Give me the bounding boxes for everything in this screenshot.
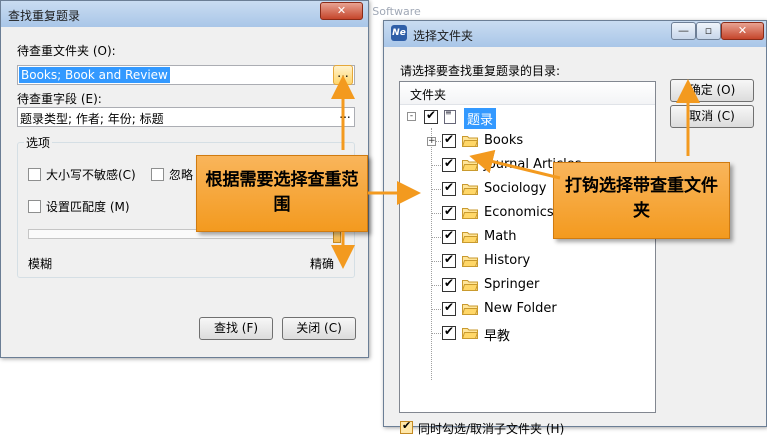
cancel-button[interactable]: 取消 (C) bbox=[670, 105, 754, 128]
tree-connector bbox=[432, 165, 441, 166]
right-close-icon[interactable]: ✕ bbox=[721, 22, 764, 40]
tree-folder-checkbox[interactable] bbox=[442, 132, 456, 148]
tree-connector bbox=[432, 333, 441, 334]
folder-prompt: 请选择要查找重复题录的目录: bbox=[400, 64, 561, 78]
tree-folder-row[interactable]: 早教 bbox=[442, 323, 642, 345]
folder-icon bbox=[461, 159, 479, 171]
tree-folder-label: History bbox=[484, 253, 531, 268]
tree-root-collapse-icon[interactable]: - bbox=[407, 112, 416, 121]
tree-root-label: 题录 bbox=[464, 108, 497, 129]
slider-max-label: 精确 bbox=[310, 257, 335, 271]
folder-icon bbox=[461, 207, 479, 219]
tree-connector bbox=[432, 309, 441, 310]
subfolder-checkbox[interactable]: ✔ bbox=[400, 419, 413, 434]
tree-folder-checkbox[interactable] bbox=[442, 300, 456, 316]
ignore-checkbox[interactable] bbox=[151, 168, 164, 181]
folder-browse-button[interactable]: ... bbox=[333, 65, 353, 85]
close-button[interactable]: 关闭 (C) bbox=[282, 317, 356, 340]
tree-folder-checkbox[interactable] bbox=[442, 204, 456, 220]
fields-value: 题录类型; 作者; 年份; 标题 bbox=[20, 112, 164, 126]
folder-icon bbox=[461, 255, 479, 267]
tree-folder-label: Springer bbox=[484, 277, 540, 292]
tree-connector bbox=[432, 189, 441, 190]
list-icon: ≡ bbox=[444, 109, 456, 124]
tree-header-label: 文件夹 bbox=[410, 88, 447, 102]
tree-root-row[interactable]: ≡ 题录 bbox=[424, 107, 644, 129]
tree-connector bbox=[432, 213, 441, 214]
right-titlebar: Ne 选择文件夹 — ▫ ✕ bbox=[384, 21, 766, 47]
left-window-title: 查找重复题录 bbox=[8, 9, 81, 23]
tree-column-header[interactable]: 文件夹 bbox=[400, 82, 655, 105]
tree-folder-label: Sociology bbox=[484, 181, 547, 196]
subfolder-checkbox-label: 同时勾选/取消子文件夹 (H) bbox=[418, 422, 565, 436]
fields-browse-button[interactable]: ... bbox=[337, 107, 353, 125]
tree-folder-row[interactable]: Books bbox=[442, 131, 642, 153]
folder-icon bbox=[461, 183, 479, 195]
match-setting-label: 设置匹配度 (M) bbox=[46, 200, 130, 214]
tree-folder-label: Math bbox=[484, 229, 517, 244]
fields-label: 待查重字段 (E): bbox=[17, 92, 102, 106]
tree-folder-label: Books bbox=[484, 133, 524, 148]
tree-folder-label: Economics bbox=[484, 205, 554, 220]
case-insensitive-label: 大小写不敏感(C) bbox=[46, 168, 136, 182]
tree-folder-label: 早教 bbox=[484, 329, 511, 344]
minimize-icon[interactable]: — bbox=[671, 22, 696, 40]
tree-connector bbox=[432, 285, 441, 286]
options-group-label: 选项 bbox=[24, 134, 53, 151]
app-icon: Ne bbox=[391, 25, 407, 41]
folder-icon bbox=[461, 231, 479, 243]
folder-tree[interactable]: 文件夹 - ≡ 题录 Books+Journal ArticlesSociolo… bbox=[399, 81, 656, 413]
left-callout-text: 根据需要选择查重范围 bbox=[205, 170, 359, 215]
folder-icon bbox=[461, 327, 479, 339]
folder-icon bbox=[461, 279, 479, 291]
tree-expand-icon[interactable]: + bbox=[427, 137, 436, 146]
tree-connector bbox=[432, 237, 441, 238]
folder-value: Books; Book and Review bbox=[19, 67, 170, 83]
tree-folder-row[interactable]: New Folder bbox=[442, 299, 642, 321]
right-callout-text: 打钩选择带查重文件夹 bbox=[565, 176, 718, 221]
maximize-icon[interactable]: ▫ bbox=[696, 22, 721, 40]
left-titlebar: 查找重复题录 ✕ bbox=[1, 1, 368, 27]
tree-folder-checkbox[interactable] bbox=[442, 324, 456, 340]
tree-folder-checkbox[interactable] bbox=[442, 252, 456, 268]
tree-folder-checkbox[interactable] bbox=[442, 228, 456, 244]
fields-field[interactable]: 题录类型; 作者; 年份; 标题 bbox=[17, 107, 355, 127]
ok-button[interactable]: 确定 (O) bbox=[670, 79, 754, 102]
match-setting-checkbox[interactable] bbox=[28, 200, 41, 213]
slider-min-label: 模糊 bbox=[28, 257, 53, 271]
right-window-title: 选择文件夹 bbox=[413, 29, 474, 43]
tree-folder-row[interactable]: History bbox=[442, 251, 642, 273]
case-insensitive-checkbox[interactable] bbox=[28, 168, 41, 181]
right-callout: 打钩选择带查重文件夹 bbox=[553, 162, 730, 239]
folder-icon bbox=[461, 303, 479, 315]
tree-connector bbox=[432, 261, 441, 262]
left-callout: 根据需要选择查重范围 bbox=[196, 155, 368, 232]
tree-root-checkbox[interactable] bbox=[424, 108, 438, 124]
tree-folder-checkbox[interactable] bbox=[442, 180, 456, 196]
find-button[interactable]: 查找 (F) bbox=[199, 317, 273, 340]
tree-folder-label: New Folder bbox=[484, 301, 557, 316]
tree-folder-checkbox[interactable] bbox=[442, 276, 456, 292]
tree-folder-checkbox[interactable] bbox=[442, 156, 456, 172]
ignore-label: 忽略 bbox=[169, 168, 194, 182]
tree-folder-row[interactable]: Springer bbox=[442, 275, 642, 297]
folder-icon bbox=[461, 135, 479, 147]
folder-field[interactable]: Books; Book and Review bbox=[17, 65, 355, 85]
left-close-icon[interactable]: ✕ bbox=[320, 2, 363, 20]
folder-label: 待查重文件夹 (O): bbox=[17, 44, 116, 58]
